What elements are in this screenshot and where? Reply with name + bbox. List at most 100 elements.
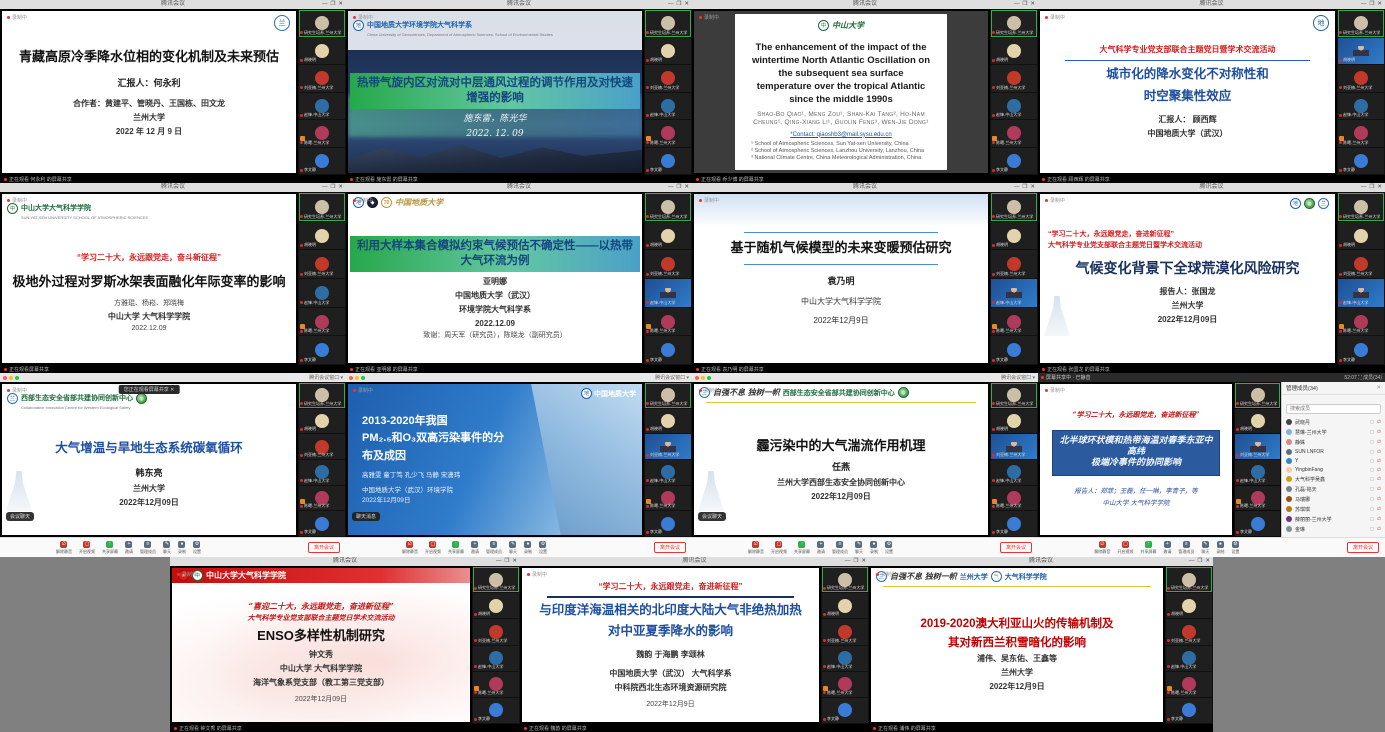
participant-video[interactable]: 陈曦-兰州大学: [991, 120, 1037, 147]
toolbar-mute-button[interactable]: ∅解除静音: [748, 541, 764, 555]
leave-meeting-button[interactable]: 离开会议: [1000, 542, 1032, 553]
participant-video[interactable]: 陈曦-兰州大学: [1338, 308, 1384, 336]
participant-video[interactable]: 赵锋-中山大学: [645, 93, 691, 120]
maximize-icon[interactable]: ❐: [330, 183, 335, 192]
toolbar-share-screen-button[interactable]: ↑共享屏幕: [448, 541, 464, 555]
member-search-input[interactable]: [1286, 404, 1381, 414]
participant-video[interactable]: 胡晓明: [991, 409, 1037, 434]
toolbar-share-screen-button[interactable]: ↑共享屏幕: [794, 541, 810, 555]
toolbar-mute-button[interactable]: ∅解除静音: [402, 541, 418, 555]
participant-video[interactable]: 赵锋-中山大学: [991, 460, 1037, 485]
participant-video[interactable]: 赵锋-中山大学: [991, 279, 1037, 307]
participant-video[interactable]: 胡晓明: [1338, 222, 1384, 250]
toolbar-chat-button[interactable]: ✎聊天: [855, 541, 863, 555]
watching-share-pill[interactable]: 您正在观看屏幕共享 ✕: [119, 385, 180, 394]
toolbar-settings-button[interactable]: ⚙设置: [193, 541, 201, 555]
participant-video[interactable]: 胡晓明: [1166, 593, 1212, 618]
maximize-icon[interactable]: ❐: [676, 183, 681, 192]
close-icon[interactable]: [349, 376, 353, 380]
participant-video[interactable]: 刘亚楠-兰州大学: [991, 434, 1037, 459]
participant-video[interactable]: 刘亚楠-兰州大学: [645, 434, 691, 459]
participant-video[interactable]: 陈曦-兰州大学: [299, 486, 345, 511]
maximize-icon[interactable]: ❐: [853, 557, 858, 566]
leave-meeting-button[interactable]: 离开会议: [654, 542, 686, 553]
close-icon[interactable]: ✕: [338, 183, 343, 192]
participant-video[interactable]: 陈曦-兰州大学: [299, 120, 345, 147]
participant-video[interactable]: 胡晓明: [991, 38, 1037, 65]
minimize-icon[interactable]: —: [1014, 183, 1020, 192]
participant-video[interactable]: 研究生培养-兰州大学: [299, 383, 345, 408]
participant-video[interactable]: 刘亚楠-兰州大学: [473, 619, 519, 644]
minimize-icon[interactable]: —: [668, 0, 674, 9]
toolbar-invite-button[interactable]: +邀请: [1163, 541, 1171, 555]
participant-video[interactable]: 研究生培养-兰州大学: [645, 383, 691, 408]
chat-bubble-chip[interactable]: 会议聊天: [698, 512, 726, 521]
minimize-icon[interactable]: [701, 376, 705, 380]
participant-video[interactable]: 胡晓明: [299, 222, 345, 250]
close-icon[interactable]: ✕: [1030, 0, 1035, 9]
member-row[interactable]: 金琳▢∅: [1282, 524, 1385, 534]
minimize-icon[interactable]: [9, 376, 13, 380]
close-icon[interactable]: [3, 376, 7, 380]
participant-video[interactable]: 陈曦-兰州大学: [1166, 672, 1212, 697]
toolbar-chat-button[interactable]: ✎聊天: [163, 541, 171, 555]
member-row[interactable]: YingbinFang▢∅: [1282, 465, 1385, 474]
participant-video[interactable]: 陈曦-兰州大学: [645, 120, 691, 147]
toolbar-record-button[interactable]: ●录制: [1216, 541, 1224, 555]
close-icon[interactable]: ✕: [861, 557, 866, 566]
member-row[interactable]: 慧琳-兰州大学▢∅: [1282, 427, 1385, 437]
participant-video[interactable]: 李文静: [822, 698, 868, 723]
toolbar-share-screen-button[interactable]: ↑共享屏幕: [1140, 541, 1156, 555]
toolbar-settings-button[interactable]: ⚙设置: [885, 541, 893, 555]
participant-video[interactable]: 胡晓明: [645, 38, 691, 65]
participant-video[interactable]: 研究生培养-兰州大学: [991, 10, 1037, 37]
panel-close-icon[interactable]: ✕: [1376, 385, 1381, 391]
participant-video[interactable]: 胡晓明: [1338, 38, 1384, 65]
participant-video[interactable]: 李文静: [991, 336, 1037, 364]
participant-video[interactable]: 胡晓明: [473, 593, 519, 618]
participant-video[interactable]: 赵锋-中山大学: [1338, 93, 1384, 120]
participant-video[interactable]: 赵锋-中山大学: [299, 93, 345, 120]
minimize-icon[interactable]: —: [496, 557, 502, 566]
participant-video[interactable]: 李文静: [299, 511, 345, 536]
maximize-icon[interactable]: ❐: [330, 0, 335, 9]
toolbar-members-button[interactable]: ≡管理成员: [486, 541, 502, 555]
close-icon[interactable]: ✕: [338, 0, 343, 9]
participant-video[interactable]: 赵锋-中山大学: [991, 93, 1037, 120]
toolbar-camera-button[interactable]: ▢开启视频: [79, 541, 95, 555]
participant-video[interactable]: 研究生培养-兰州大学: [991, 193, 1037, 221]
toolbar-members-button[interactable]: ≡管理成员: [140, 541, 156, 555]
minimize-icon[interactable]: [355, 376, 359, 380]
minimize-icon[interactable]: —: [322, 183, 328, 192]
zoom-icon[interactable]: [361, 376, 365, 380]
participant-video[interactable]: 陈曦-兰州大学: [299, 308, 345, 336]
toolbar-members-button[interactable]: ≡管理成员: [832, 541, 848, 555]
participant-video[interactable]: 刘亚楠-兰州大学: [1166, 619, 1212, 644]
maximize-icon[interactable]: ❐: [1369, 0, 1374, 9]
participant-video[interactable]: 胡晓明: [822, 593, 868, 618]
participant-video[interactable]: 研究生培养-兰州大学: [299, 193, 345, 221]
participant-video[interactable]: 李文静: [1166, 698, 1212, 723]
participant-video[interactable]: 陈曦-兰州大学: [645, 486, 691, 511]
minimize-icon[interactable]: —: [1014, 0, 1020, 9]
toolbar-chat-button[interactable]: ✎聊天: [509, 541, 517, 555]
participant-video[interactable]: 陈曦-兰州大学: [822, 672, 868, 697]
toolbar-record-button[interactable]: ●录制: [178, 541, 186, 555]
member-row[interactable]: 马瑞娜▢∅: [1282, 494, 1385, 504]
member-row[interactable]: Y▢∅: [1282, 456, 1385, 465]
participant-video[interactable]: 赵锋-中山大学: [645, 460, 691, 485]
participant-video[interactable]: 刘亚楠-兰州大学: [299, 434, 345, 459]
participant-video[interactable]: 研究生培养-兰州大学: [822, 567, 868, 592]
participant-video[interactable]: 李文静: [1235, 511, 1280, 536]
participant-video[interactable]: 李文静: [645, 336, 691, 364]
participant-video[interactable]: 赵锋-中山大学: [645, 279, 691, 307]
member-row[interactable]: 静姝▢∅: [1282, 437, 1385, 447]
toolbar-invite-button[interactable]: +邀请: [817, 541, 825, 555]
toolbar-settings-button[interactable]: ⚙设置: [539, 541, 547, 555]
participant-video[interactable]: 研究生培养-兰州大学: [1235, 383, 1280, 408]
participant-video[interactable]: 胡晓明: [1235, 409, 1280, 434]
participant-video[interactable]: 刘亚楠-兰州大学: [299, 250, 345, 278]
participant-video[interactable]: 刘亚楠-兰州大学: [645, 65, 691, 92]
close-icon[interactable]: ✕: [684, 183, 689, 192]
participant-video[interactable]: 研究生培养-兰州大学: [991, 383, 1037, 408]
